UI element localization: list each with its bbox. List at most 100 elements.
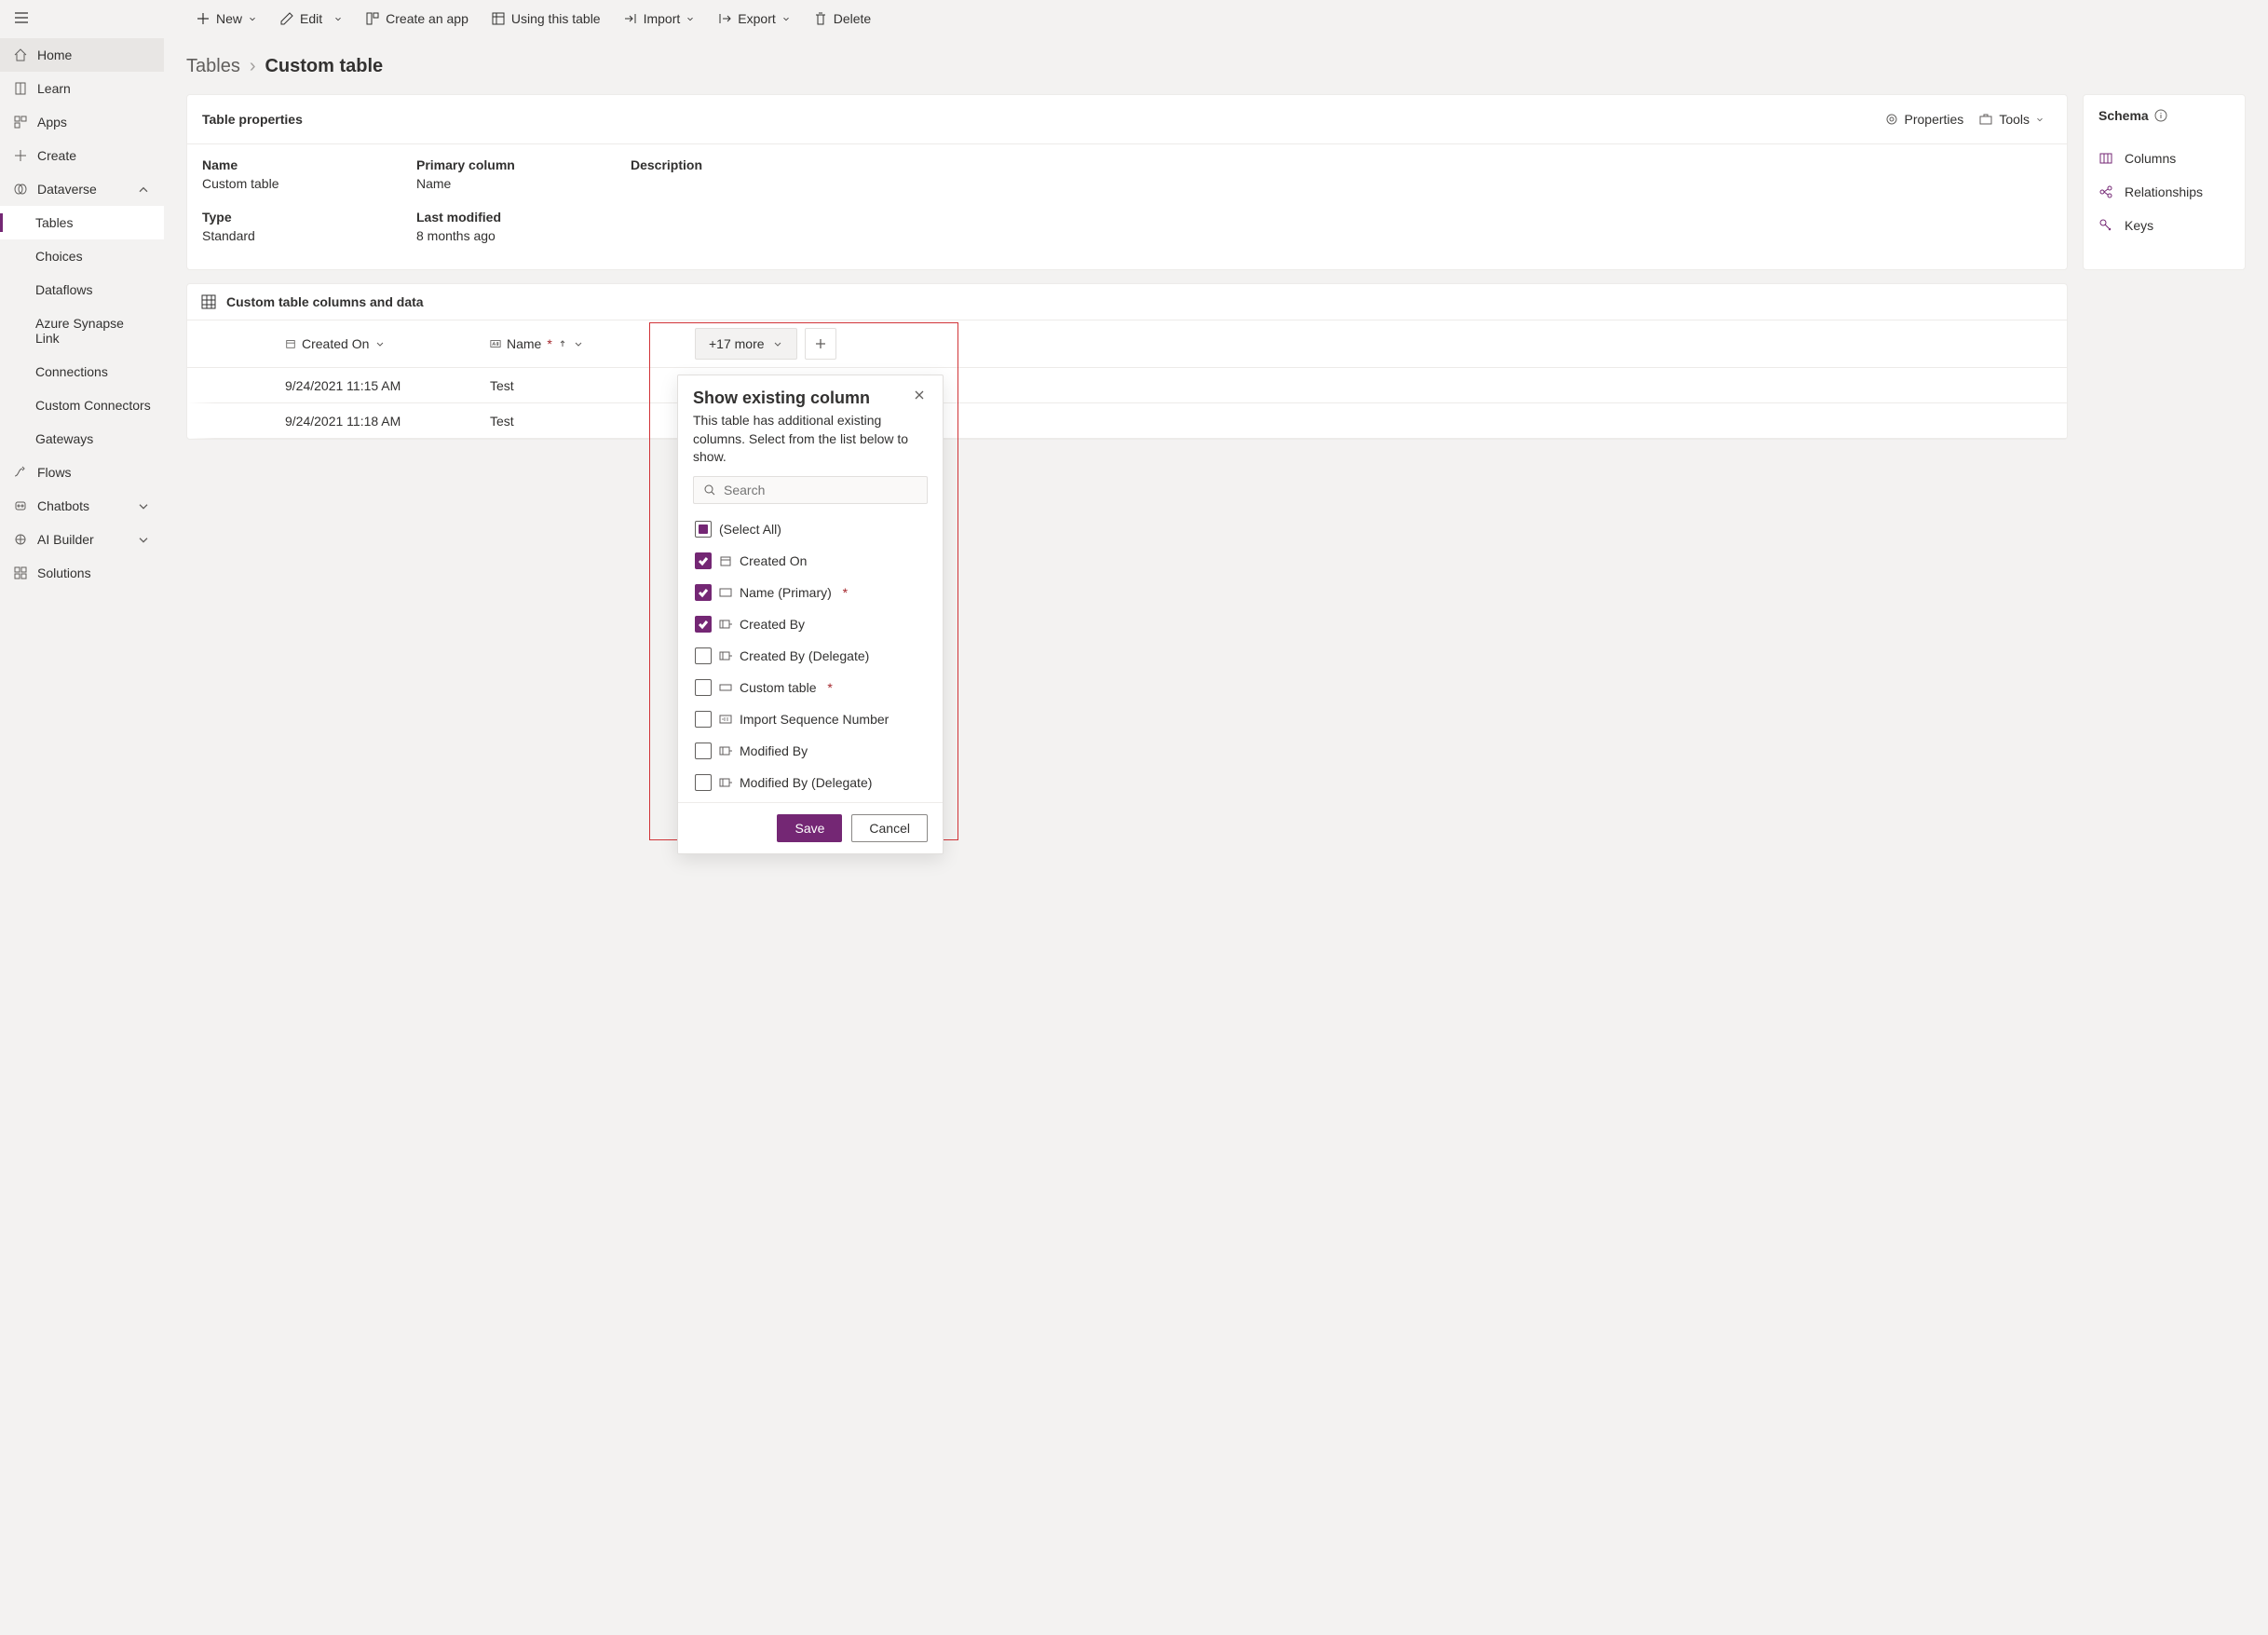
show-column-flyout: Show existing column This table has addi… <box>677 375 944 854</box>
table-row[interactable]: 9/24/2021 11:15 AMTest <box>187 368 2067 403</box>
nav-apps[interactable]: Apps <box>0 105 164 139</box>
using-table-button[interactable]: Using this table <box>482 6 610 32</box>
checkbox[interactable] <box>695 679 712 696</box>
nav-chatbots[interactable]: Chatbots <box>0 489 164 523</box>
create-app-button[interactable]: Create an app <box>356 6 478 32</box>
nav-dataverse[interactable]: Dataverse <box>0 172 164 206</box>
checkbox[interactable] <box>695 584 712 601</box>
cell-created: 9/24/2021 11:15 AM <box>276 371 481 401</box>
column-row[interactable]: Name (Primary) * <box>686 577 935 608</box>
checkbox-indeterminate[interactable] <box>695 521 712 538</box>
schema-label: Keys <box>2125 218 2153 233</box>
nav-learn[interactable]: Learn <box>0 72 164 105</box>
chevron-down-icon <box>333 14 343 23</box>
checkbox[interactable] <box>695 552 712 569</box>
schema-label: Columns <box>2125 151 2176 166</box>
row-label: (Select All) <box>719 522 781 537</box>
col-label: Created On <box>302 336 369 351</box>
nav-solutions[interactable]: Solutions <box>0 556 164 590</box>
app-icon <box>365 11 380 26</box>
breadcrumb-tables[interactable]: Tables <box>186 56 240 77</box>
chevron-down-icon <box>136 532 151 547</box>
new-button[interactable]: New <box>186 6 266 32</box>
column-row[interactable]: Modified By (Delegate) <box>686 767 935 798</box>
datetime-icon <box>719 554 732 567</box>
nav-label: Dataflows <box>35 282 151 297</box>
cancel-button[interactable]: Cancel <box>851 814 928 842</box>
select-all-row[interactable]: (Select All) <box>686 513 935 545</box>
checkbox[interactable] <box>695 647 712 664</box>
book-icon <box>13 81 28 96</box>
column-row[interactable]: Modified By <box>686 735 935 767</box>
schema-keys[interactable]: Keys <box>2084 209 2245 242</box>
column-row[interactable]: Created By (Delegate) <box>686 640 935 672</box>
hd-label: Tools <box>1999 112 2030 127</box>
nav-label: Gateways <box>35 431 151 446</box>
gear-icon <box>1884 112 1899 127</box>
nav-ai-builder[interactable]: AI Builder <box>0 523 164 556</box>
schema-card: Schema Columns Relationships <box>2083 94 2246 270</box>
nav-label: Create <box>37 148 151 163</box>
required-star: * <box>839 585 848 600</box>
nav-dataflows[interactable]: Dataflows <box>0 273 164 307</box>
chevron-down-icon <box>248 14 257 23</box>
close-button[interactable] <box>913 388 928 403</box>
column-row[interactable]: Modified On <box>686 798 935 802</box>
table-row[interactable]: 9/24/2021 11:18 AMTest <box>187 403 2067 439</box>
checkbox[interactable] <box>695 774 712 791</box>
column-row[interactable]: Created By <box>686 608 935 640</box>
column-row[interactable]: Custom table * <box>686 672 935 703</box>
datetime-icon <box>285 338 296 349</box>
lookup-icon <box>719 649 732 662</box>
checkbox[interactable] <box>695 616 712 633</box>
row-label: Created On <box>740 553 807 568</box>
edit-button[interactable]: Edit <box>270 6 352 32</box>
more-columns-button[interactable]: +17 more <box>695 328 797 360</box>
tools-button[interactable]: Tools <box>1971 108 2052 130</box>
search-input[interactable] <box>724 483 917 497</box>
info-icon[interactable] <box>2154 109 2167 122</box>
nav-tables[interactable]: Tables <box>0 206 164 239</box>
nav-home[interactable]: Home <box>0 38 164 72</box>
prop-name-value: Custom table <box>202 176 398 191</box>
nav-custom-connectors[interactable]: Custom Connectors <box>0 388 164 422</box>
schema-columns[interactable]: Columns <box>2084 142 2245 175</box>
checkbox[interactable] <box>695 743 712 759</box>
save-button[interactable]: Save <box>777 814 842 842</box>
cell-created: 9/24/2021 11:18 AM <box>276 406 481 436</box>
nav-synapse[interactable]: Azure Synapse Link <box>0 307 164 355</box>
card-title: Table properties <box>202 112 303 127</box>
grid-icon <box>200 293 217 310</box>
hamburger-menu[interactable] <box>0 0 164 38</box>
import-button[interactable]: Import <box>614 6 705 32</box>
nav-gateways[interactable]: Gateways <box>0 422 164 456</box>
nav-flows[interactable]: Flows <box>0 456 164 489</box>
delete-button[interactable]: Delete <box>804 6 880 32</box>
column-row[interactable]: Created On <box>686 545 935 577</box>
properties-button[interactable]: Properties <box>1877 108 1972 130</box>
chevron-down-icon <box>772 338 783 349</box>
search-box[interactable] <box>693 476 928 504</box>
schema-label: Relationships <box>2125 184 2203 199</box>
nav-create[interactable]: Create <box>0 139 164 172</box>
keys-icon <box>2098 218 2113 233</box>
export-button[interactable]: Export <box>708 6 799 32</box>
prop-primary-value: Name <box>416 176 612 191</box>
column-header-created[interactable]: Created On <box>276 320 481 367</box>
trash-icon <box>813 11 828 26</box>
tb-label: Export <box>738 11 775 26</box>
import-icon <box>623 11 638 26</box>
checkbox[interactable] <box>695 711 712 728</box>
column-header-name[interactable]: Name * <box>481 320 686 367</box>
text-icon <box>490 338 501 349</box>
column-list[interactable]: (Select All) Created On Name (Primary) <box>678 513 943 802</box>
schema-relationships[interactable]: Relationships <box>2084 175 2245 209</box>
add-column-button[interactable] <box>805 328 836 360</box>
row-label: Name (Primary) <box>740 585 832 600</box>
nav-connections[interactable]: Connections <box>0 355 164 388</box>
column-row[interactable]: Import Sequence Number <box>686 703 935 735</box>
table-properties-card: Table properties Properties Tools <box>186 94 2068 270</box>
nav-choices[interactable]: Choices <box>0 239 164 273</box>
required-star: * <box>547 336 551 351</box>
search-icon <box>703 484 716 497</box>
